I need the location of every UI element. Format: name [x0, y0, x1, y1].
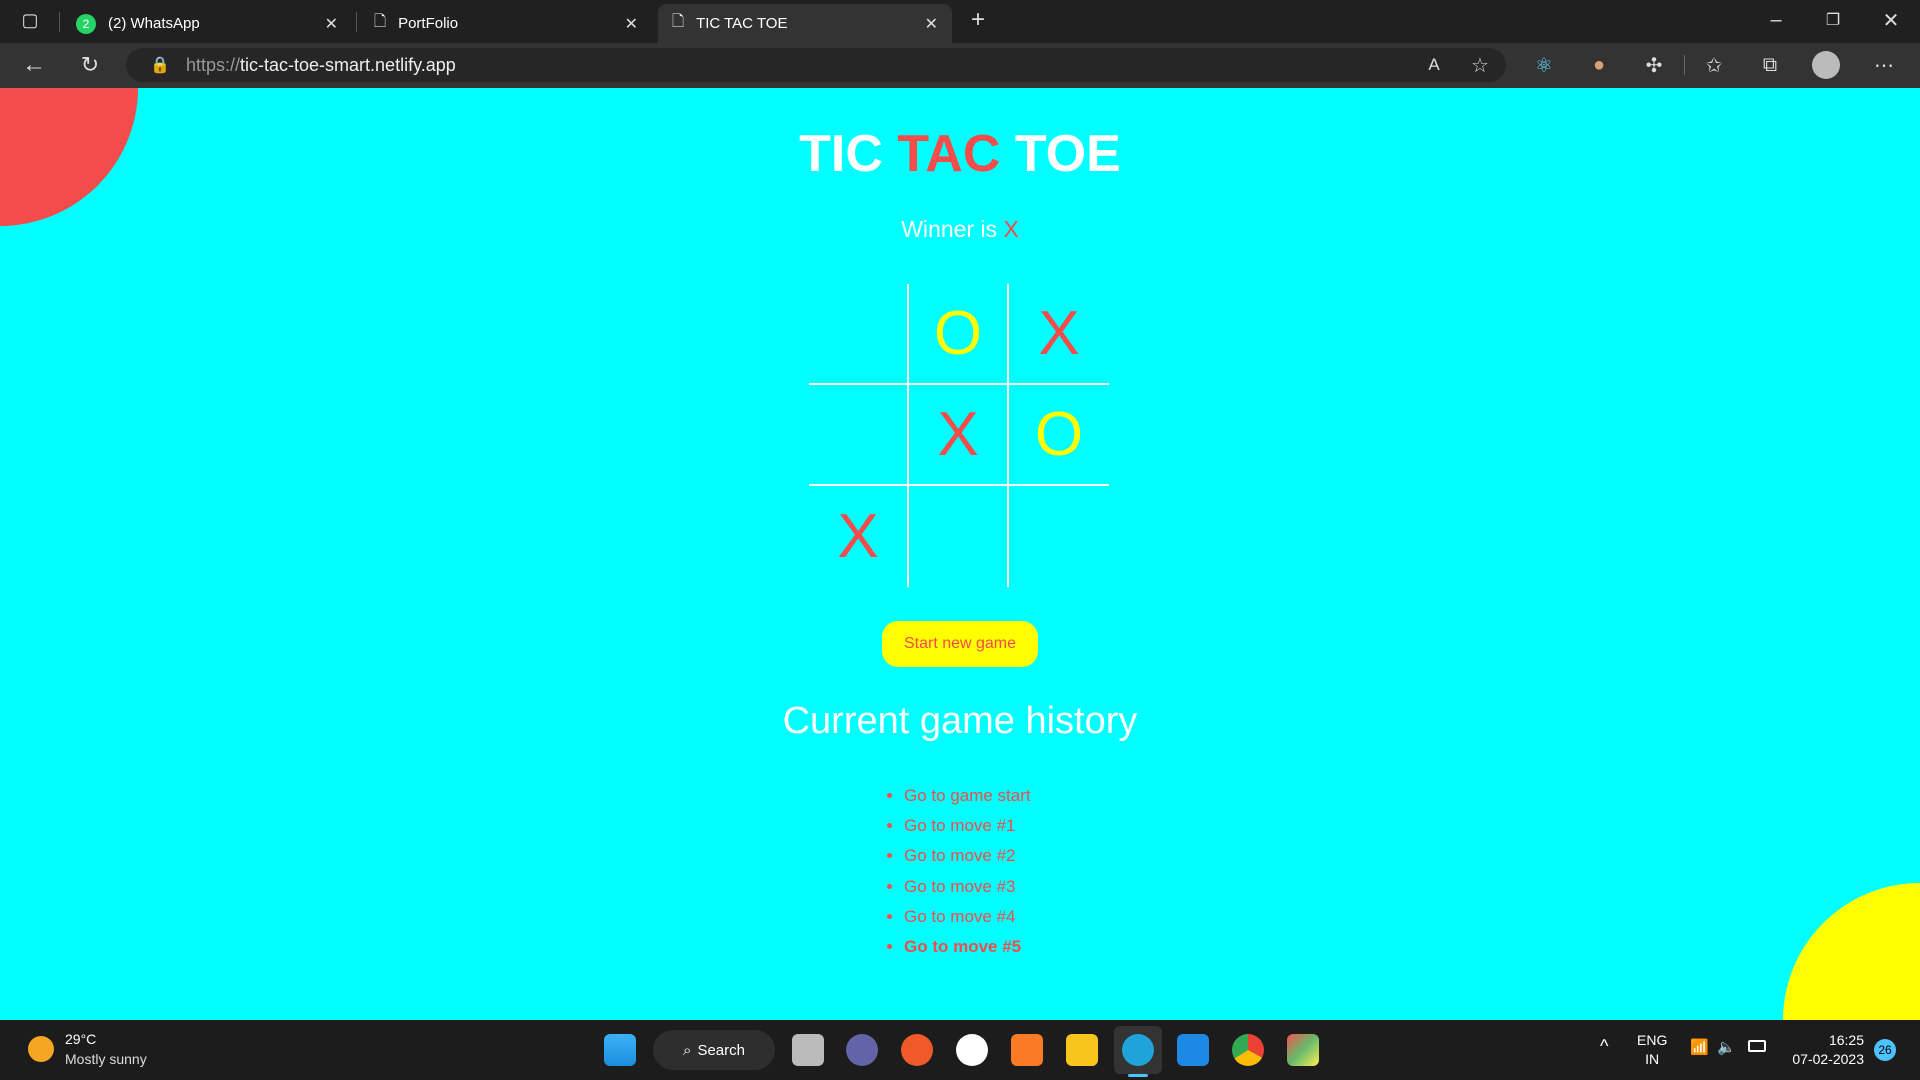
- winner-status: Winner is X: [901, 216, 1019, 242]
- more-menu-icon[interactable]: ⋯: [1868, 49, 1900, 81]
- lock-icon[interactable]: 🔒: [144, 49, 176, 81]
- winner-value: X: [1003, 216, 1019, 242]
- url-protocol: https://: [186, 54, 241, 75]
- start-new-game-button[interactable]: Start new game: [882, 621, 1038, 667]
- close-tab-icon[interactable]: ✕: [925, 14, 938, 34]
- tab-tic-tac-toe[interactable]: 🗋 TIC TAC TOE ✕: [658, 4, 952, 43]
- extensions-icon[interactable]: ✣: [1638, 49, 1670, 81]
- search-icon: ⌕: [683, 1041, 692, 1059]
- board-cell[interactable]: [909, 486, 1009, 587]
- start-windows-icon[interactable]: [604, 1034, 636, 1066]
- history-item[interactable]: Go to move #4: [904, 902, 1031, 932]
- battery-icon[interactable]: [1748, 1040, 1766, 1052]
- favorites-icon[interactable]: ✩: [1698, 49, 1730, 81]
- board-cell[interactable]: [809, 385, 909, 486]
- add-favorite-icon[interactable]: ☆: [1464, 49, 1496, 81]
- minimize-icon[interactable]: –: [1760, 4, 1792, 36]
- page-icon: 🗋: [672, 13, 685, 30]
- language-indicator[interactable]: ENG IN: [1637, 1031, 1667, 1069]
- board-cell[interactable]: [809, 284, 909, 385]
- weather-icon: [28, 1036, 54, 1062]
- taskbar-search[interactable]: ⌕ Search: [653, 1030, 775, 1070]
- task-view-icon[interactable]: [792, 1034, 824, 1066]
- file-explorer-icon[interactable]: [1066, 1034, 1098, 1066]
- collections-icon[interactable]: ⧉: [1754, 49, 1786, 81]
- back-icon[interactable]: ←: [18, 49, 50, 81]
- new-tab-icon[interactable]: +: [962, 4, 994, 36]
- whatsapp-icon: 2: [76, 13, 96, 34]
- vscode-icon[interactable]: [1177, 1034, 1209, 1066]
- game-board: OXXOX: [809, 284, 1109, 589]
- close-tab-icon[interactable]: ✕: [325, 14, 338, 34]
- tab-portfolio[interactable]: 🗋 PortFolio ✕: [360, 4, 652, 43]
- restore-icon[interactable]: ❐: [1817, 4, 1849, 36]
- address-bar-row: ← ↻ 🔒 https://tic-tac-toe-smart.netlify.…: [0, 43, 1920, 88]
- taskbar: 29°C Mostly sunny ⌕ Search ^ ENG IN 📶 🔈 16…: [0, 1020, 1920, 1080]
- page-icon: 🗋: [374, 13, 387, 30]
- url-input[interactable]: 🔒 https://tic-tac-toe-smart.netlify.app …: [126, 48, 1506, 82]
- show-hidden-icons[interactable]: ^: [1600, 1036, 1608, 1057]
- board-cell[interactable]: O: [1009, 385, 1109, 486]
- profile-avatar[interactable]: [1812, 51, 1840, 79]
- tab-label: (2) WhatsApp: [108, 15, 200, 32]
- clock[interactable]: 16:25 07-02-2023: [1792, 1031, 1864, 1069]
- volume-icon[interactable]: 🔈: [1717, 1038, 1736, 1056]
- history-item[interactable]: Go to move #3: [904, 872, 1031, 902]
- page-content: TIC TAC TOE Winner is X OXXOX Start new …: [0, 88, 1920, 1020]
- gitkraken-icon[interactable]: [1287, 1034, 1319, 1066]
- page-title: TIC TAC TOE: [799, 125, 1121, 183]
- board-cell[interactable]: X: [809, 486, 909, 587]
- postman-icon[interactable]: [901, 1034, 933, 1066]
- read-aloud-icon[interactable]: A: [1418, 49, 1450, 81]
- mongodb-compass-icon[interactable]: [956, 1034, 988, 1066]
- xampp-icon[interactable]: [1011, 1034, 1043, 1066]
- tab-label: PortFolio: [398, 15, 459, 32]
- notification-badge[interactable]: 26: [1874, 1039, 1896, 1061]
- board-cell[interactable]: O: [909, 284, 1009, 385]
- chrome-icon[interactable]: [1232, 1034, 1264, 1066]
- history-item[interactable]: Go to move #1: [904, 811, 1031, 841]
- url-host: tic-tac-toe-smart.netlify.app: [240, 54, 456, 75]
- edge-icon[interactable]: [1122, 1034, 1154, 1066]
- board-cell[interactable]: X: [1009, 284, 1109, 385]
- history-item[interactable]: Go to game start: [904, 781, 1031, 811]
- refresh-icon[interactable]: ↻: [74, 49, 106, 81]
- board-cell[interactable]: X: [909, 385, 1009, 486]
- weather-desc[interactable]: Mostly sunny: [65, 1051, 147, 1067]
- weather-temp[interactable]: 29°C: [65, 1031, 96, 1047]
- extension-avatar-icon[interactable]: ●: [1583, 49, 1615, 81]
- history-item[interactable]: Go to move #2: [904, 841, 1031, 871]
- close-tab-icon[interactable]: ✕: [625, 14, 638, 34]
- tab-bar: ▢ 2 (2) WhatsApp ✕ 🗋 PortFolio ✕ 🗋 TIC T…: [0, 0, 1920, 43]
- close-window-icon[interactable]: ✕: [1875, 4, 1907, 36]
- decorative-yellow-circle: [1783, 883, 1920, 1020]
- history-item[interactable]: Go to move #5: [904, 932, 1031, 962]
- teams-chat-icon[interactable]: [846, 1034, 878, 1066]
- tab-actions-icon[interactable]: ▢: [14, 4, 46, 36]
- tab-label: TIC TAC TOE: [696, 15, 788, 32]
- history-title: Current game history: [782, 700, 1138, 742]
- tab-whatsapp[interactable]: 2 (2) WhatsApp ✕: [62, 4, 352, 43]
- wifi-icon[interactable]: 📶: [1690, 1038, 1709, 1056]
- history-list: Go to game startGo to move #1Go to move …: [904, 781, 1031, 962]
- react-devtools-icon[interactable]: ⚛: [1528, 49, 1560, 81]
- board-cell[interactable]: [1009, 486, 1109, 587]
